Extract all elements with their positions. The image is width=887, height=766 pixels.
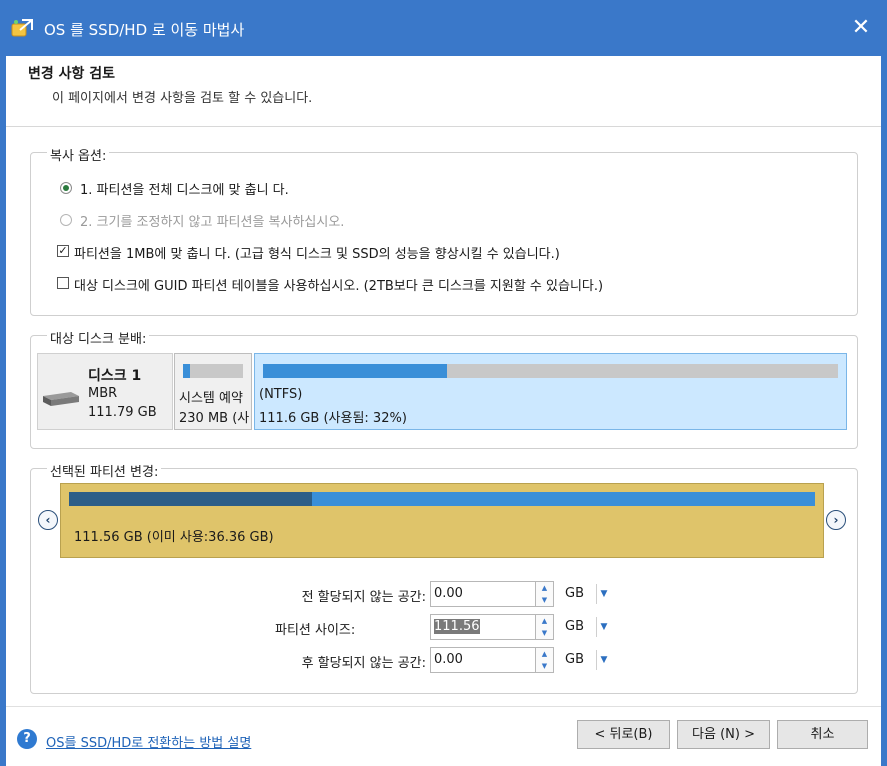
disk-info[interactable]: 디스크 1 MBR 111.79 GB (37, 353, 173, 430)
chevron-right-icon[interactable]: › (826, 510, 846, 530)
after-unallocated-unit: GB (565, 652, 584, 667)
header-divider (6, 126, 881, 127)
selected-partition-used-fill (69, 492, 313, 506)
partition-name: 시스템 예약 (179, 391, 243, 406)
spin-up-icon[interactable]: ▲ (536, 582, 553, 594)
selected-partition-bar (69, 492, 815, 506)
selected-partition-text: 111.56 GB (이미 사용:36.36 GB) (74, 530, 274, 545)
help-icon[interactable]: ? (17, 729, 37, 749)
disk-type: MBR (88, 386, 118, 401)
disk-size: 111.79 GB (88, 405, 157, 420)
disk-drive-icon (41, 390, 81, 412)
spin-down-icon[interactable]: ▼ (536, 627, 553, 639)
copy-options-label: 복사 옵션: (47, 145, 110, 164)
spin-up-icon[interactable]: ▲ (536, 648, 553, 660)
after-unallocated-input[interactable]: 0.00 (430, 647, 536, 673)
disk-name: 디스크 1 (88, 368, 142, 384)
close-button[interactable]: ✕ (846, 14, 876, 42)
radio-fit-disk-label[interactable]: 1. 파티션을 전체 디스크에 맞 춥니 다. (80, 179, 289, 198)
partition-usage-fill (183, 364, 191, 378)
before-unallocated-input[interactable]: 0.00 (430, 581, 536, 607)
disk-layout-label: 대상 디스크 분배: (47, 328, 150, 347)
radio-copy-no-resize[interactable] (60, 214, 72, 226)
spin-down-icon[interactable]: ▼ (536, 660, 553, 672)
dropdown-arrow-icon[interactable]: ▼ (596, 617, 611, 637)
checkbox-align-1mb[interactable]: ✓ (57, 245, 69, 257)
window-border-right (881, 56, 887, 766)
back-button[interactable]: < 뒤로(B) (577, 720, 670, 749)
radio-fit-disk[interactable] (60, 182, 72, 194)
page-title: 변경 사항 검토 (28, 66, 116, 82)
chevron-left-icon[interactable]: ‹ (38, 510, 58, 530)
footer-divider (6, 706, 881, 707)
partition-name: (NTFS) (259, 387, 303, 402)
dropdown-arrow-icon[interactable]: ▼ (596, 650, 611, 670)
partition-usage-bar (263, 364, 838, 378)
dropdown-arrow-icon[interactable]: ▼ (596, 584, 611, 604)
selected-partition-block[interactable]: 111.56 GB (이미 사용:36.36 GB) (60, 483, 824, 558)
before-unallocated-unit: GB (565, 586, 584, 601)
after-unallocated-label: 후 할당되지 않는 공간: (301, 656, 426, 671)
partition-usage-fill (263, 364, 447, 378)
wizard-app-icon (10, 16, 34, 40)
spin-down-icon[interactable]: ▼ (536, 594, 553, 606)
before-unallocated-spinner[interactable]: ▲ ▼ (536, 581, 554, 607)
selected-partition-label: 선택된 파티션 변경: (47, 461, 162, 480)
help-link[interactable]: OS를 SSD/HD로 전환하는 방법 설명 (46, 732, 251, 751)
partition-usage-bar (183, 364, 243, 378)
partition-size-spinner[interactable]: ▲ ▼ (536, 614, 554, 640)
page-subtitle: 이 페이지에서 변경 사항을 검토 할 수 있습니다. (52, 91, 313, 106)
spin-up-icon[interactable]: ▲ (536, 615, 553, 627)
partition-size-unit: GB (565, 619, 584, 634)
checkbox-align-1mb-label[interactable]: 파티션을 1MB에 맞 춥니 다. (고급 형식 디스크 및 SSD의 성능을 … (74, 243, 560, 262)
partition-size-value: 111.56 (434, 619, 480, 634)
partition-size-label: 파티션 사이즈: (275, 623, 356, 638)
partition-ntfs[interactable]: (NTFS) 111.6 GB (사용됨: 32%) (254, 353, 847, 430)
before-unallocated-label: 전 할당되지 않는 공간: (301, 590, 426, 605)
partition-size: 111.6 GB (사용됨: 32%) (259, 411, 407, 426)
partition-size: 230 MB (사 (179, 411, 250, 426)
window-title: OS 를 SSD/HD 로 이동 마법사 (44, 21, 245, 39)
partition-system-reserved[interactable]: 시스템 예약 230 MB (사 (174, 353, 252, 430)
next-button[interactable]: 다음 (N) > (677, 720, 770, 749)
cancel-button[interactable]: 취소 (777, 720, 868, 749)
checkbox-use-gpt-label[interactable]: 대상 디스크에 GUID 파티션 테이블을 사용하십시오. (2TB보다 큰 디… (74, 275, 603, 294)
checkbox-use-gpt[interactable] (57, 277, 69, 289)
window-border-left (0, 56, 6, 766)
radio-copy-no-resize-label[interactable]: 2. 크기를 조정하지 않고 파티션을 복사하십시오. (80, 211, 344, 230)
after-unallocated-spinner[interactable]: ▲ ▼ (536, 647, 554, 673)
partition-size-input[interactable]: 111.56 (430, 614, 536, 640)
